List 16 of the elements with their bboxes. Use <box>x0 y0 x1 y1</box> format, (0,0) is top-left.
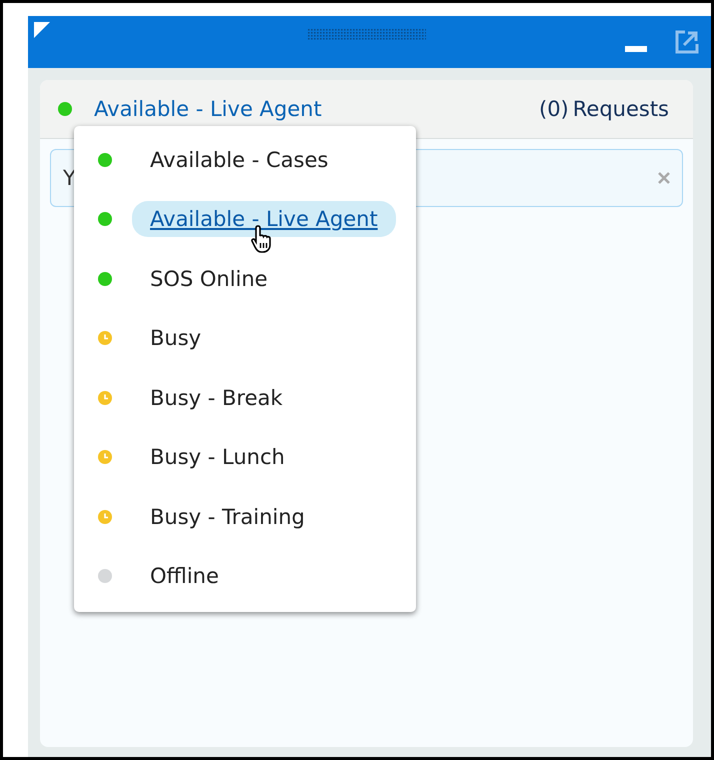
menu-item[interactable]: Busy - Lunch <box>132 439 303 476</box>
menu-item[interactable]: Available - Live Agent <box>132 201 396 238</box>
drag-handle-icon[interactable] <box>308 29 426 41</box>
close-icon[interactable] <box>658 172 670 184</box>
requests-count: (0) <box>539 97 569 121</box>
menu-item[interactable]: SOS Online <box>132 260 286 297</box>
corner-icon <box>34 22 50 38</box>
menu-item[interactable]: Busy <box>132 320 220 356</box>
requests-label: Requests <box>572 97 669 121</box>
menu-item[interactable]: Busy - Training <box>132 498 323 535</box>
popout-icon[interactable] <box>675 30 699 54</box>
menu-item[interactable]: Busy - Break <box>132 380 301 416</box>
menu-item[interactable]: Available - Cases <box>132 142 346 178</box>
status-link[interactable]: Available - Live Agent <box>94 97 322 121</box>
menu-item[interactable]: Offline <box>132 558 237 594</box>
notice-text: Y <box>63 166 76 190</box>
